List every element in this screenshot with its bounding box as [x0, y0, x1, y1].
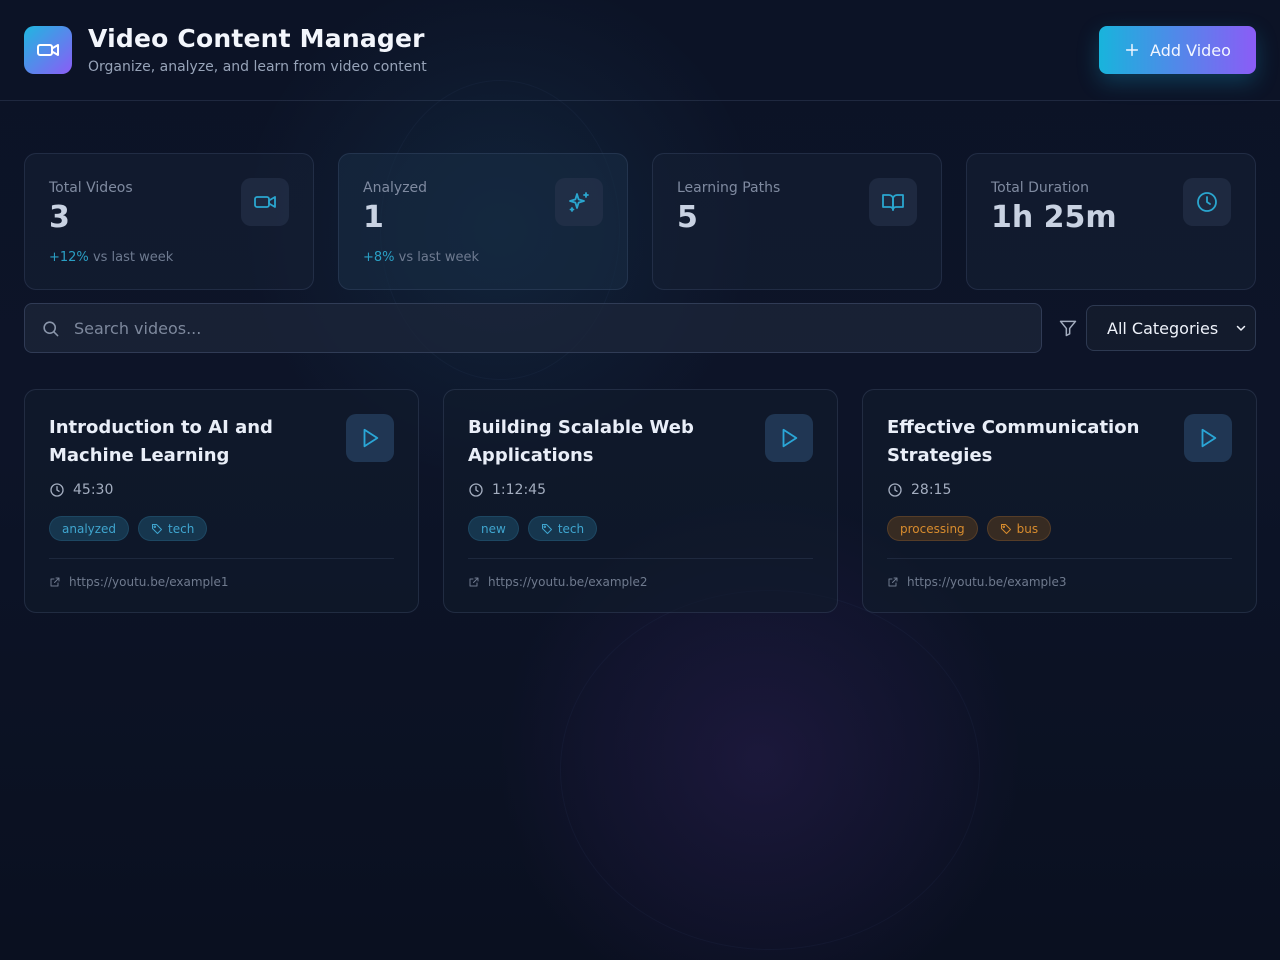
video-title: Effective Communication Strategies: [887, 417, 1140, 466]
category-tag: bus: [986, 516, 1052, 541]
clock-icon: [888, 483, 902, 497]
external-link-icon: [50, 577, 60, 587]
video-link[interactable]: https://youtu.be/example1: [49, 575, 394, 589]
plus-icon: [1125, 43, 1139, 57]
video-tags: new tech: [468, 516, 813, 541]
search-row: All Categories: [24, 303, 1256, 353]
card-divider: [468, 558, 813, 559]
app-header: Video Content Manager Organize, analyze,…: [0, 0, 1280, 101]
clock-icon: [50, 483, 64, 497]
search-input[interactable]: [74, 318, 1041, 338]
stat-icon-container: [1183, 178, 1231, 226]
tag-icon: [1000, 523, 1011, 534]
status-badge: new: [468, 516, 519, 541]
clock-icon: [469, 483, 483, 497]
video-icon: [37, 44, 59, 56]
card-divider: [887, 558, 1232, 559]
video-url: https://youtu.be/example3: [907, 575, 1067, 589]
video-url: https://youtu.be/example1: [69, 575, 229, 589]
play-button[interactable]: [765, 414, 813, 462]
video-card[interactable]: Effective Communication Strategies 28:15…: [862, 389, 1257, 613]
play-icon: [363, 428, 379, 448]
stat-change-value: +12%: [49, 250, 89, 265]
stat-card-total-duration: Total Duration 1h 25m: [966, 153, 1256, 290]
search-box: [24, 303, 1042, 353]
app-logo: [24, 26, 72, 74]
category-tag-label: bus: [1016, 521, 1039, 536]
category-tag-label: tech: [557, 521, 585, 536]
status-badge: analyzed: [49, 516, 130, 541]
duration-text: 45:30: [73, 482, 114, 498]
stat-icon-container: [555, 178, 603, 226]
duration-text: 1:12:45: [492, 482, 546, 498]
video-icon: [254, 196, 276, 208]
video-duration: 45:30: [49, 482, 394, 498]
video-title: Introduction to AI and Machine Learning: [49, 417, 273, 466]
app-root: Video Content Manager Organize, analyze,…: [0, 0, 1280, 960]
app-subtitle: Organize, analyze, and learn from video …: [88, 59, 427, 75]
video-url: https://youtu.be/example2: [488, 575, 648, 589]
duration-text: 28:15: [911, 482, 952, 498]
play-icon: [782, 428, 798, 448]
stat-icon-container: [869, 178, 917, 226]
video-tags: processing bus: [887, 516, 1232, 541]
video-link[interactable]: https://youtu.be/example2: [468, 575, 813, 589]
play-icon: [1201, 428, 1217, 448]
header-titles: Video Content Manager Organize, analyze,…: [88, 24, 427, 76]
stat-card-analyzed: Analyzed 1 +8% vs last week: [338, 153, 628, 290]
video-card[interactable]: Introduction to AI and Machine Learning …: [24, 389, 419, 613]
video-card[interactable]: Building Scalable Web Applications 1:12:…: [443, 389, 838, 613]
video-tags: analyzed tech: [49, 516, 394, 541]
search-icon: [43, 320, 59, 336]
app-title: Video Content Manager: [88, 24, 425, 53]
clock-icon: [1197, 192, 1217, 212]
external-link-icon: [469, 577, 479, 587]
filter-icon[interactable]: [1058, 317, 1078, 339]
add-video-label: Add Video: [1150, 40, 1231, 60]
stat-change-suffix: vs last week: [92, 250, 174, 265]
tag-icon: [152, 523, 163, 534]
category-select[interactable]: All Categories: [1086, 305, 1256, 351]
stat-change-suffix: vs last week: [398, 250, 480, 265]
add-video-button[interactable]: Add Video: [1099, 26, 1256, 74]
stat-card-total-videos: Total Videos 3 +12% vs last week: [24, 153, 314, 290]
category-tag-label: tech: [168, 521, 195, 536]
stat-change-value: +8%: [363, 250, 395, 265]
category-selected-value: All Categories: [1107, 318, 1219, 338]
video-duration: 1:12:45: [468, 482, 813, 498]
chevron-down-icon: [1236, 325, 1246, 331]
status-badge: processing: [887, 516, 978, 541]
stat-change: +8% vs last week: [363, 250, 603, 265]
video-title: Building Scalable Web Applications: [468, 417, 694, 466]
stat-change: +12% vs last week: [49, 250, 289, 265]
external-link-icon: [888, 577, 898, 587]
stats-row: Total Videos 3 +12% vs last week Analyze…: [24, 153, 1256, 290]
video-grid: Introduction to AI and Machine Learning …: [24, 389, 1257, 613]
card-divider: [49, 558, 394, 559]
sparkles-icon: [569, 192, 589, 212]
play-button[interactable]: [346, 414, 394, 462]
stat-card-learning-paths: Learning Paths 5: [652, 153, 942, 290]
category-tag: tech: [527, 516, 598, 541]
tag-icon: [541, 523, 552, 534]
stat-icon-container: [241, 178, 289, 226]
video-link[interactable]: https://youtu.be/example3: [887, 575, 1232, 589]
play-button[interactable]: [1184, 414, 1232, 462]
video-duration: 28:15: [887, 482, 1232, 498]
category-tag: tech: [138, 516, 208, 541]
book-open-icon: [882, 194, 904, 211]
